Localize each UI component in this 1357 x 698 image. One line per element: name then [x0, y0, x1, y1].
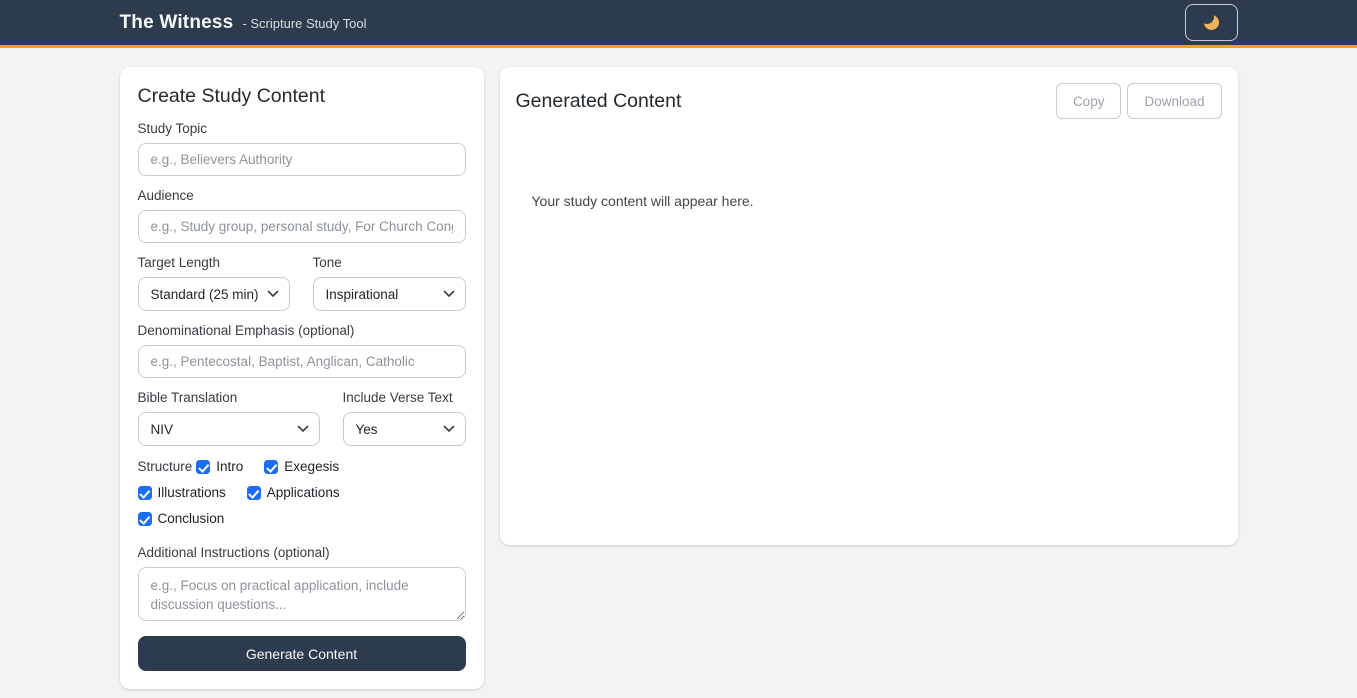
structure-option-illustrations[interactable]: Illustrations [138, 485, 226, 501]
app-title: The Witness [120, 12, 234, 34]
app-subtitle: - Scripture Study Tool [242, 16, 366, 31]
output-header: Generated Content Copy Download [516, 83, 1222, 119]
bible-translation-label: Bible Translation [138, 391, 320, 405]
denominational-emphasis-input[interactable] [138, 345, 466, 378]
tone-field: Tone Inspirational [313, 256, 466, 311]
structure-group: Structure Intro Exegesis Illustrations [138, 459, 466, 527]
additional-instructions-textarea[interactable] [138, 567, 466, 621]
copy-button[interactable]: Copy [1056, 83, 1122, 119]
app-header: The Witness - Scripture Study Tool [0, 0, 1357, 48]
target-length-select[interactable]: Standard (25 min) [138, 277, 290, 311]
header-inner: The Witness - Scripture Study Tool [120, 4, 1238, 41]
audience-field: Audience [138, 189, 466, 243]
output-title: Generated Content [516, 90, 682, 113]
moon-icon [1204, 15, 1219, 30]
study-topic-label: Study Topic [138, 122, 466, 136]
empty-state-message: Your study content will appear here. [532, 193, 1206, 209]
tone-select[interactable]: Inspirational [313, 277, 466, 311]
study-topic-field: Study Topic [138, 122, 466, 176]
structure-row-2: Illustrations Applications [138, 485, 466, 501]
download-button[interactable]: Download [1127, 83, 1221, 119]
audience-label: Audience [138, 189, 466, 203]
tone-label: Tone [313, 256, 466, 270]
target-length-select-wrap: Standard (25 min) [138, 277, 290, 311]
main-content: Create Study Content Study Topic Audienc… [120, 67, 1238, 689]
include-verse-text-select[interactable]: Yes [343, 412, 466, 446]
illustrations-checkbox-label: Illustrations [158, 485, 226, 501]
output-body: Your study content will appear here. [516, 193, 1222, 209]
theme-toggle-button[interactable] [1185, 4, 1238, 41]
conclusion-checkbox-label: Conclusion [158, 511, 225, 527]
applications-checkbox[interactable] [247, 486, 261, 500]
additional-instructions-field: Additional Instructions (optional) [138, 546, 466, 626]
output-actions: Copy Download [1056, 83, 1222, 119]
generate-content-button[interactable]: Generate Content [138, 636, 466, 671]
bible-translation-select-wrap: NIV [138, 412, 320, 446]
structure-row-3: Conclusion [138, 511, 466, 527]
include-verse-text-field: Include Verse Text Yes [343, 391, 466, 446]
include-verse-text-label: Include Verse Text [343, 391, 466, 405]
denominational-emphasis-label: Denominational Emphasis (optional) [138, 324, 466, 338]
intro-checkbox-label: Intro [216, 459, 243, 475]
applications-checkbox-label: Applications [267, 485, 340, 501]
exegesis-checkbox-label: Exegesis [284, 459, 339, 475]
structure-option-conclusion[interactable]: Conclusion [138, 511, 225, 527]
audience-input[interactable] [138, 210, 466, 243]
brand: The Witness - Scripture Study Tool [120, 12, 367, 34]
conclusion-checkbox[interactable] [138, 512, 152, 526]
target-length-label: Target Length [138, 256, 290, 270]
denominational-emphasis-field: Denominational Emphasis (optional) [138, 324, 466, 378]
structure-option-intro[interactable]: Intro [196, 459, 243, 475]
length-tone-row: Target Length Standard (25 min) Tone Ins… [138, 256, 466, 311]
bible-translation-select[interactable]: NIV [138, 412, 320, 446]
form-title: Create Study Content [138, 85, 466, 108]
tone-select-wrap: Inspirational [313, 277, 466, 311]
intro-checkbox[interactable] [196, 460, 210, 474]
illustrations-checkbox[interactable] [138, 486, 152, 500]
translation-verse-row: Bible Translation NIV Include Verse Text… [138, 391, 466, 446]
study-topic-input[interactable] [138, 143, 466, 176]
target-length-field: Target Length Standard (25 min) [138, 256, 290, 311]
bible-translation-field: Bible Translation NIV [138, 391, 320, 446]
generated-content-card: Generated Content Copy Download Your stu… [500, 67, 1238, 545]
structure-label: Structure [138, 459, 193, 475]
create-study-card: Create Study Content Study Topic Audienc… [120, 67, 484, 689]
structure-option-applications[interactable]: Applications [247, 485, 340, 501]
exegesis-checkbox[interactable] [264, 460, 278, 474]
additional-instructions-label: Additional Instructions (optional) [138, 546, 466, 560]
include-verse-text-select-wrap: Yes [343, 412, 466, 446]
structure-row-1: Structure Intro Exegesis [138, 459, 466, 475]
structure-option-exegesis[interactable]: Exegesis [264, 459, 339, 475]
